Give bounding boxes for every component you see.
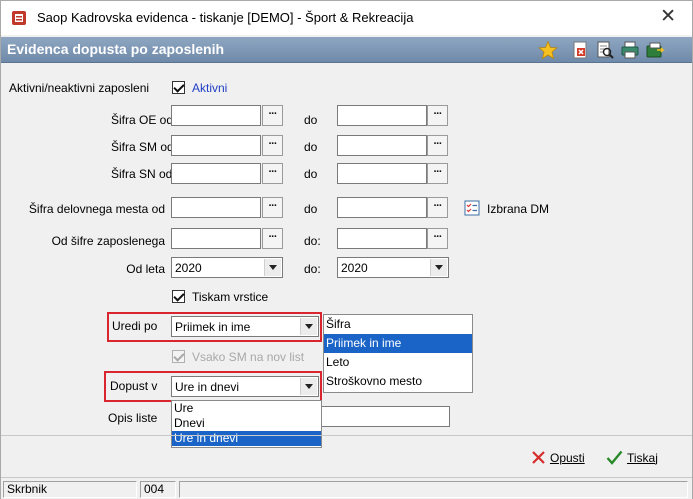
export-icon[interactable] — [645, 40, 665, 60]
dopust-v-option[interactable]: Ure — [172, 401, 321, 416]
tiskam-vrstice-label: Tiskam vrstice — [192, 290, 269, 304]
dopust-v-options-list: Ure Dnevi Ure in dnevi — [171, 400, 322, 448]
active-checkbox[interactable] — [172, 81, 185, 94]
opis-liste-label: Opis liste — [108, 411, 158, 425]
header-band: Evidenca dopusta po zaposlenih — [1, 37, 692, 63]
delovno-mesto-to-field[interactable] — [337, 197, 427, 218]
uredi-po-value: Priimek in ime — [175, 320, 251, 334]
status-code: 004 — [140, 481, 176, 498]
od-sifre-to-field[interactable] — [337, 228, 427, 249]
sifra-oe-label: Šifra OE od — [111, 113, 174, 127]
status-user: Skrbnik — [3, 481, 137, 498]
chevron-down-icon[interactable] — [264, 259, 281, 276]
od-sifre-to-browse-button[interactable]: ··· — [427, 228, 448, 249]
do-label: do — [304, 113, 318, 127]
uredi-po-options-list: Šifra Priimek in ime Leto Stroškovno mes… — [323, 314, 473, 393]
page-title: Evidenca dopusta po zaposlenih — [7, 41, 225, 57]
od-leta-select[interactable]: 2020 — [171, 257, 283, 278]
printer-icon[interactable] — [620, 40, 640, 60]
do-colon-label: do: — [304, 262, 321, 276]
delete-document-icon[interactable] — [570, 40, 590, 60]
izbrana-dm-label[interactable]: Izbrana DM — [487, 202, 549, 216]
print-dialog-window: Saop Kadrovska evidenca - tiskanje [DEMO… — [0, 0, 693, 499]
dopust-v-label: Dopust v — [110, 379, 158, 393]
app-icon — [12, 11, 26, 25]
do-leta-value: 2020 — [341, 261, 368, 275]
delovno-mesto-label: Šifra delovnega mesta od — [28, 202, 165, 216]
do-colon-label: do: — [304, 234, 321, 248]
vsako-sm-checkbox[interactable] — [172, 350, 185, 363]
sifra-sm-to-browse-button[interactable]: ··· — [427, 135, 448, 156]
chevron-down-icon[interactable] — [300, 318, 317, 335]
od-leta-value: 2020 — [175, 261, 202, 275]
od-sifre-zaposlenega-label: Od šifre zaposlenega — [51, 234, 165, 248]
opis-liste-field[interactable] — [322, 406, 450, 427]
od-leta-label: Od leta — [126, 262, 165, 276]
sifra-sn-to-field[interactable] — [337, 163, 427, 184]
sifra-sm-to-field[interactable] — [337, 135, 427, 156]
uredi-po-option[interactable]: Stroškovno mesto — [324, 372, 472, 391]
chevron-down-icon[interactable] — [300, 378, 317, 395]
dopust-v-option-selected[interactable]: Ure in dnevi — [172, 431, 321, 446]
dopust-v-option[interactable]: Dnevi — [172, 416, 321, 431]
sifra-sn-from-browse-button[interactable]: ··· — [262, 163, 283, 184]
window-title: Saop Kadrovska evidenca - tiskanje [DEMO… — [37, 10, 414, 25]
delovno-mesto-from-field[interactable] — [171, 197, 261, 218]
status-bar: Skrbnik 004 — [1, 477, 692, 499]
sifra-sn-from-field[interactable] — [171, 163, 261, 184]
sifra-oe-from-field[interactable] — [171, 105, 261, 126]
od-sifre-from-browse-button[interactable]: ··· — [262, 228, 283, 249]
sifra-oe-from-browse-button[interactable]: ··· — [262, 105, 283, 126]
active-inactive-label: Aktivni/neaktivni zaposleni — [9, 81, 150, 95]
opusti-label: Opusti — [550, 451, 585, 465]
active-value-label: Aktivni — [192, 81, 228, 95]
star-icon[interactable] — [538, 40, 558, 60]
sifra-sn-to-browse-button[interactable]: ··· — [427, 163, 448, 184]
do-label: do — [304, 140, 318, 154]
do-leta-select[interactable]: 2020 — [337, 257, 449, 278]
uredi-po-option[interactable]: Šifra — [324, 315, 472, 334]
od-sifre-from-field[interactable] — [171, 228, 261, 249]
sifra-oe-to-field[interactable] — [337, 105, 427, 126]
close-icon — [532, 451, 545, 464]
tiskam-vrstice-checkbox[interactable] — [172, 290, 185, 303]
delovno-mesto-to-browse-button[interactable]: ··· — [427, 197, 448, 218]
dopust-v-value: Ure in dnevi — [175, 380, 240, 394]
sifra-sm-label: Šifra SM od — [111, 140, 174, 154]
sifra-sm-from-field[interactable] — [171, 135, 261, 156]
uredi-po-select[interactable]: Priimek in ime — [171, 316, 319, 337]
checkmark-icon — [606, 450, 623, 465]
tiskaj-label: Tiskaj — [627, 451, 658, 465]
uredi-po-option-selected[interactable]: Priimek in ime — [324, 334, 472, 353]
status-message — [179, 481, 688, 498]
sifra-sn-label: Šifra SN od — [111, 167, 173, 181]
uredi-po-label: Uredi po — [112, 319, 158, 333]
uredi-po-option[interactable]: Leto — [324, 353, 472, 372]
checklist-icon[interactable] — [464, 200, 480, 216]
close-icon[interactable]: ✕ — [660, 6, 676, 28]
vsako-sm-label: Vsako SM na nov list — [192, 350, 305, 364]
sifra-oe-to-browse-button[interactable]: ··· — [427, 105, 448, 126]
chevron-down-icon[interactable] — [430, 259, 447, 276]
separator — [1, 435, 692, 436]
dopust-v-select[interactable]: Ure in dnevi — [171, 376, 319, 397]
do-label: do — [304, 167, 318, 181]
do-label: do — [304, 202, 318, 216]
sifra-sm-from-browse-button[interactable]: ··· — [262, 135, 283, 156]
title-bar: Saop Kadrovska evidenca - tiskanje [DEMO… — [1, 1, 692, 35]
print-preview-icon[interactable] — [595, 40, 615, 60]
delovno-mesto-from-browse-button[interactable]: ··· — [262, 197, 283, 218]
